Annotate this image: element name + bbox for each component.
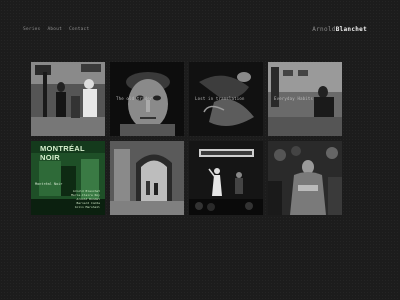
photo-grid: The old trader Lost in translation Every… [31,62,342,215]
photo-caption: The old trader [116,96,153,101]
credit-line: Colin Marshall [74,205,100,209]
poster-title: MONTRÉAL NOIR [40,144,85,162]
photo-tile[interactable] [189,141,263,215]
main-nav: Series About Contact [23,27,89,32]
nav-contact-link[interactable]: Contact [69,27,89,32]
photo-tile[interactable] [110,141,184,215]
photo-tile[interactable]: The old trader [110,62,184,136]
nav-about-link[interactable]: About [47,27,62,32]
stage-performance-photo [189,141,263,215]
site-logo[interactable]: ArnoldBlanchet [312,26,367,33]
archway-photo [110,141,184,215]
photo-tile[interactable]: Everyday Habits [268,62,342,136]
photo-tile[interactable]: Lost in translation [189,62,263,136]
crowd-photo [268,141,342,215]
photo-tile[interactable] [31,62,105,136]
logo-first-name: Arnold [312,26,336,33]
photo-caption: Montréal Noir [35,182,63,186]
photo-tile[interactable] [268,141,342,215]
poster-credits: Arnold Blanchet Marie-Claire Roy Arnold … [71,189,100,209]
photo-caption: Everyday Habits [274,96,314,101]
nav-series-link[interactable]: Series [23,27,40,32]
street-crowd-photo [31,62,105,136]
logo-last-name: Blanchet [335,26,367,33]
photo-tile[interactable]: MONTRÉAL NOIR Montréal Noir Arnold Blanc… [31,141,105,215]
photo-caption: Lost in translation [195,96,245,101]
